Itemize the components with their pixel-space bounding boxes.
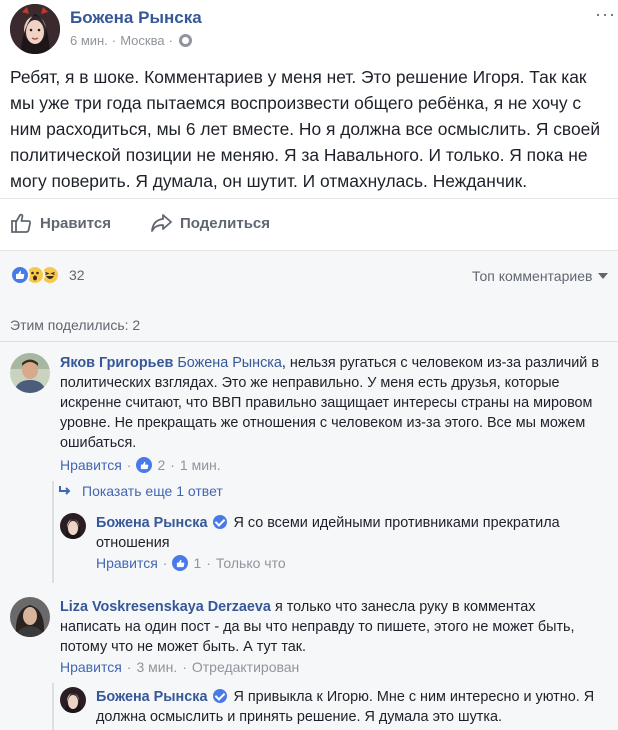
- like-reaction-icon: [10, 265, 30, 285]
- comment-like-count[interactable]: 2: [157, 457, 165, 473]
- comment-author[interactable]: Яков Григорьев: [60, 355, 173, 371]
- reply-actions: Нравится · 1 · Только что: [96, 555, 286, 571]
- reactions-summary[interactable]: 32: [10, 265, 85, 285]
- like-button-label: Нравится: [40, 214, 112, 232]
- comment-actions: Нравится · 2 · 1 мин.: [60, 457, 221, 473]
- like-button[interactable]: Нравится: [10, 213, 111, 233]
- reply-avatar[interactable]: [60, 687, 86, 713]
- comment-actions: Нравится · 3 мин. · Отредактирован: [60, 659, 300, 675]
- verified-badge-icon: [213, 689, 228, 703]
- comment-edited: Отредактирован: [191, 659, 300, 675]
- like-reaction-icon: [136, 457, 153, 473]
- like-reaction-icon: [172, 555, 189, 571]
- shares-count[interactable]: Этим поделились: 2: [10, 317, 140, 333]
- more-dots-icon[interactable]: ···: [595, 4, 616, 25]
- comment-avatar[interactable]: [10, 597, 50, 637]
- reply-body: Божена Рынска Я привыкла к Игорю. Мне с …: [96, 687, 596, 727]
- thumbs-up-icon: [11, 213, 31, 233]
- share-arrow-icon: [151, 214, 172, 232]
- divider: [0, 341, 618, 342]
- share-button[interactable]: Поделиться: [150, 213, 270, 233]
- comment-body: Яков Григорьев Божена Рынска, нельзя руг…: [60, 353, 600, 453]
- post-location[interactable]: Москва: [120, 33, 164, 48]
- comment-body: Liza Voskresenskaya Derzaeva я только чт…: [60, 597, 600, 657]
- caret-down-icon: [598, 273, 609, 279]
- share-button-label: Поделиться: [180, 214, 271, 232]
- comment-avatar[interactable]: [10, 353, 50, 393]
- top-comments-dropdown[interactable]: Топ комментариев: [472, 268, 609, 284]
- comments-section: 32 Топ комментариев Этим поделились: 2 Я…: [0, 250, 618, 730]
- comment-time[interactable]: 1 мин.: [180, 457, 221, 473]
- show-more-replies-label: Показать еще 1 ответ: [82, 483, 223, 499]
- comment-like-button[interactable]: Нравится: [60, 457, 122, 473]
- reply-time[interactable]: Только что: [216, 555, 286, 571]
- post-meta: 6 мин. · Москва ·: [70, 33, 192, 48]
- reply-author[interactable]: Божена Рынска: [96, 689, 207, 705]
- comment-like-button[interactable]: Нравится: [60, 659, 122, 675]
- post-author-name[interactable]: Божена Рынска: [70, 8, 202, 28]
- post-action-bar: Нравится Поделиться: [0, 198, 618, 250]
- reply-thread-line: [52, 481, 54, 583]
- reply-body: Божена Рынска Я со всеми идейными против…: [96, 513, 596, 553]
- post: Божена Рынска 6 мин. · Москва · ··· Ребя…: [0, 0, 618, 255]
- comment-time[interactable]: 3 мин.: [136, 659, 177, 675]
- verified-badge-icon: [213, 515, 228, 529]
- reply-arrow-icon: [59, 486, 71, 495]
- meta-separator: ·: [111, 33, 117, 48]
- reply-avatar[interactable]: [60, 513, 86, 539]
- globe-icon: [178, 34, 192, 47]
- author-avatar[interactable]: [10, 4, 60, 54]
- reply-like-count[interactable]: 1: [193, 555, 201, 571]
- reply-like-button[interactable]: Нравится: [96, 555, 158, 571]
- reactions-count[interactable]: 32: [69, 267, 85, 283]
- top-comments-label: Топ комментариев: [472, 268, 593, 284]
- meta-separator: ·: [168, 33, 173, 48]
- comment-author[interactable]: Liza Voskresenskaya Derzaeva: [60, 599, 271, 615]
- show-more-replies[interactable]: Показать еще 1 ответ: [58, 483, 223, 499]
- comment-mention[interactable]: Божена Рынска: [177, 355, 282, 371]
- reply-thread-line: [52, 683, 54, 730]
- post-time[interactable]: 6 мин.: [70, 33, 108, 48]
- reply-author[interactable]: Божена Рынска: [96, 515, 207, 531]
- post-text: Ребят, я в шоке. Комментариев у меня нет…: [10, 67, 601, 191]
